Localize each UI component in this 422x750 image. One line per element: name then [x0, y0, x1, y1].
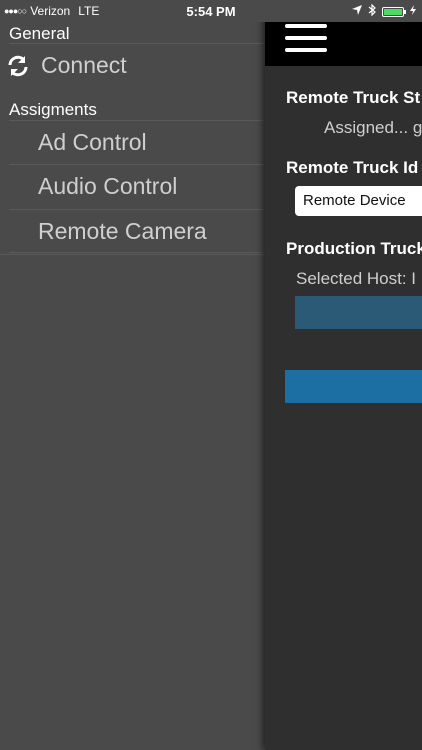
primary-action-button[interactable] — [285, 370, 422, 403]
refresh-icon — [5, 53, 31, 79]
menu-divider — [0, 254, 265, 255]
battery-icon — [382, 6, 406, 17]
menu-item-audio-control[interactable]: Audio Control — [9, 164, 263, 208]
charging-bolt-icon — [410, 5, 416, 18]
side-menu: General Connect Assigments Ad Control Au… — [0, 22, 265, 750]
connect-label: Connect — [41, 52, 127, 78]
host-selector-bar[interactable] — [295, 296, 422, 329]
remote-truck-id-heading: Remote Truck Id — [286, 158, 419, 177]
menu-item-label: Ad Control — [38, 129, 147, 155]
main-content: Remote Truck St Assigned... g Remote Tru… — [265, 0, 422, 750]
menu-item-label: Remote Camera — [38, 217, 207, 244]
selected-host-label: Selected Host: I — [296, 269, 417, 288]
connect-button[interactable]: Connect — [8, 43, 263, 87]
assigned-status: Assigned... g — [324, 118, 422, 138]
bluetooth-icon — [368, 3, 376, 19]
menu-item-remote-camera[interactable]: Remote Camera — [9, 209, 263, 253]
remote-truck-status-heading: Remote Truck St — [286, 88, 421, 107]
section-header-assignments: Assigments — [9, 100, 97, 119]
menu-item-label: Audio Control — [38, 173, 178, 199]
menu-item-ad-control[interactable]: Ad Control — [9, 120, 263, 164]
remote-device-select[interactable]: Remote Device — [295, 186, 422, 216]
status-bar: ●●●○○ Verizon LTE 5:54 PM — [0, 0, 422, 22]
location-arrow-icon — [352, 5, 362, 18]
assigned-link[interactable]: g — [413, 118, 422, 137]
production-truck-heading: Production Truck — [286, 239, 422, 258]
section-header-general: General — [9, 24, 70, 43]
hamburger-menu-icon[interactable] — [285, 24, 327, 58]
assigned-text: Assigned... — [324, 118, 413, 137]
